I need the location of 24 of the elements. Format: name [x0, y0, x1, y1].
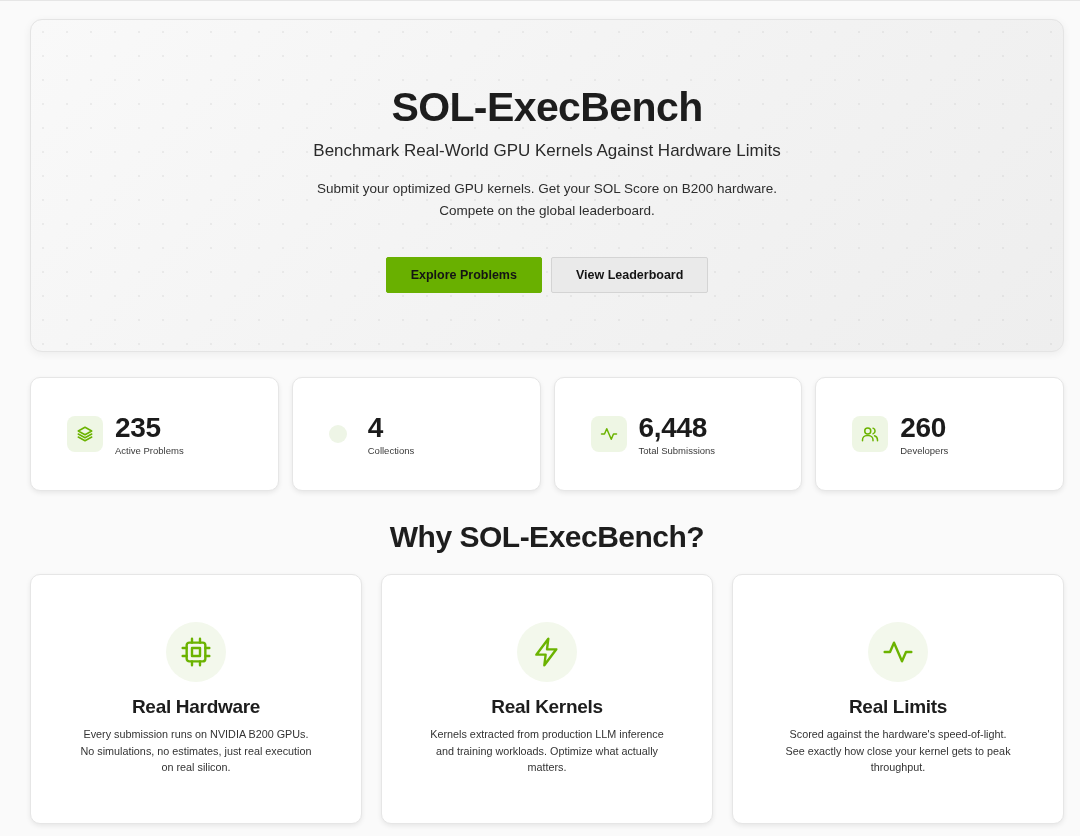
- hero-subtitle: Benchmark Real-World GPU Kernels Against Hardware Limits: [313, 140, 781, 162]
- layers-icon: [67, 416, 103, 452]
- stat-number: 235: [115, 413, 162, 443]
- feature-title: Real Limits: [848, 695, 948, 719]
- stat-label: Total Submissions: [638, 444, 716, 457]
- stat-number: 260: [900, 413, 948, 443]
- stat-label: Developers: [900, 444, 949, 457]
- people-icon: [852, 416, 889, 452]
- stat-label: Active Problems: [115, 444, 184, 457]
- feature-title: Real Kernels: [491, 695, 603, 719]
- explore-problems-button[interactable]: Explore Problems: [385, 257, 542, 293]
- circle-icon: [328, 425, 347, 443]
- feature-title: Real Hardware: [131, 695, 261, 719]
- section-heading: Why SOL-ExecBench?: [388, 519, 706, 555]
- feature-description: Kernels extracted from production LLM inference and training workloads. Optimize what actually matters.: [429, 727, 665, 776]
- stat-number: 6,448: [638, 413, 709, 443]
- stat-number: 4: [367, 413, 385, 443]
- pulse-icon: [590, 416, 627, 452]
- hero-description: Submit your optimized GPU kernels. Get your SOL Score on B200 hardware. Compete on the global leaderboard.: [315, 180, 779, 220]
- view-leaderboard-button[interactable]: View Leaderboard: [550, 257, 709, 293]
- feature-description: Every submission runs on NVIDIA B200 GPUs. No simulations, no estimates, just real execution on real silicon.: [79, 727, 313, 776]
- stat-label: Collections: [367, 444, 415, 457]
- page-title: SOL-ExecBench: [391, 83, 703, 131]
- feature-description: Scored against the hardware's speed-of-light. See exactly how close your kernel gets to peak throughput.: [784, 727, 1012, 776]
